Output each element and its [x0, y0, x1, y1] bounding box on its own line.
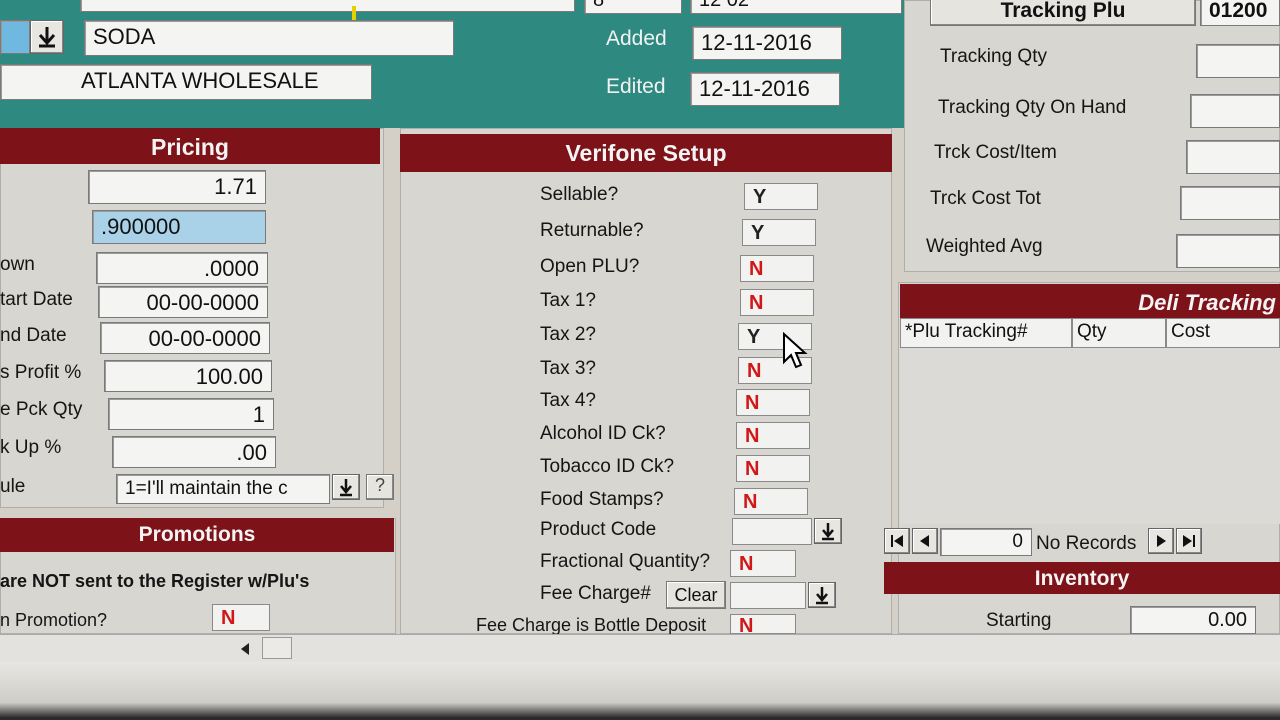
tracking-plu-button[interactable]: Tracking Plu: [930, 0, 1196, 26]
promotion-flag[interactable]: N: [212, 604, 270, 631]
tax-1-label: Tax 1?: [540, 290, 596, 311]
sellable-label: Sellable?: [540, 184, 619, 205]
tobacco-id-ck-label: Tobacco ID Ck?: [540, 456, 675, 477]
weighted-avg-label: Weighted Avg: [926, 236, 1043, 257]
end-date-field[interactable]: 00-00-0000: [100, 322, 270, 354]
top-right-field[interactable]: 12 02: [690, 0, 902, 14]
markup-label: k Up %: [0, 437, 62, 458]
tracking-plu-field[interactable]: 01200: [1200, 0, 1280, 26]
mouse-cursor-icon: [783, 332, 808, 369]
price-field[interactable]: 1.71: [88, 170, 266, 204]
pack-qty-label: e Pck Qty: [0, 399, 83, 420]
dropdown-arrow-icon[interactable]: [30, 20, 64, 54]
open-plu-label: Open PLU?: [540, 256, 640, 277]
returnable-flag[interactable]: Y: [742, 219, 816, 246]
profit-label: s Profit %: [0, 362, 82, 383]
fractional-qty-flag[interactable]: N: [730, 550, 796, 577]
first-record-icon[interactable]: [884, 528, 910, 554]
deli-tracking-title: Deli Tracking: [900, 284, 1280, 318]
track-cost-item-field[interactable]: [1186, 140, 1280, 174]
rule-help-button[interactable]: ?: [366, 474, 394, 500]
department-field[interactable]: SODA: [84, 20, 454, 56]
inventory-title: Inventory: [884, 562, 1280, 594]
deli-grid-header: *Plu Tracking# Qty Cost: [900, 318, 1280, 348]
open-plu-flag[interactable]: N: [740, 255, 814, 282]
inventory-starting-field[interactable]: 0.00: [1130, 606, 1256, 634]
markup-field[interactable]: .00: [112, 436, 276, 468]
track-cost-total-field[interactable]: [1180, 186, 1280, 220]
promotions-note: are NOT sent to the Register w/Plu's: [0, 571, 310, 591]
vendor-field[interactable]: ATLANTA WHOLESALE: [0, 64, 372, 100]
fractional-qty-label: Fractional Quantity?: [540, 551, 711, 572]
scroll-thumb[interactable]: [262, 637, 292, 659]
tobacco-id-ck-flag[interactable]: N: [736, 455, 810, 482]
top-left-field[interactable]: 8: [584, 0, 682, 14]
food-stamps-flag[interactable]: N: [734, 488, 808, 515]
track-cost-item-label: Trck Cost/Item: [934, 142, 1057, 163]
rule-label: ule: [0, 476, 26, 497]
returnable-label: Returnable?: [540, 220, 644, 241]
tax-3-label: Tax 3?: [540, 358, 596, 379]
tracking-onhand-field[interactable]: [1190, 94, 1280, 128]
product-code-label: Product Code: [540, 519, 657, 540]
tracking-panel: [904, 0, 1280, 272]
edited-label: Edited: [606, 75, 666, 98]
clear-button[interactable]: Clear: [666, 581, 726, 609]
rule-select[interactable]: 1=I'll maintain the c: [116, 474, 330, 504]
product-code-field[interactable]: [732, 518, 812, 545]
sellable-flag[interactable]: Y: [744, 183, 818, 210]
column-header-qty[interactable]: Qty: [1072, 318, 1166, 348]
tax-4-flag[interactable]: N: [736, 389, 810, 416]
windows-taskbar: [0, 662, 1280, 720]
column-header-cost[interactable]: Cost: [1166, 318, 1280, 348]
scroll-left-icon[interactable]: [238, 641, 252, 657]
promotion-label: n Promotion?: [0, 610, 108, 630]
tax-1-flag[interactable]: N: [740, 289, 814, 316]
record-status: No Records: [1036, 533, 1137, 554]
verifone-title: Verifone Setup: [400, 134, 892, 172]
column-header-plu[interactable]: *Plu Tracking#: [900, 318, 1072, 348]
text-caret: [352, 6, 356, 20]
selected-cell[interactable]: [0, 20, 30, 54]
deli-grid-body[interactable]: [900, 348, 1280, 524]
promotions-title: Promotions: [0, 518, 394, 552]
horizontal-scrollbar[interactable]: [0, 634, 1280, 662]
product-code-dropdown-icon[interactable]: [814, 518, 842, 544]
end-date-label: nd Date: [0, 325, 67, 346]
fee-charge-dropdown-icon[interactable]: [808, 582, 836, 608]
pack-qty-field[interactable]: 1: [108, 398, 274, 430]
tracking-qty-label: Tracking Qty: [940, 46, 1047, 67]
fee-charge-field[interactable]: [730, 582, 806, 609]
tax-4-label: Tax 4?: [540, 390, 596, 411]
item-description-field[interactable]: [80, 0, 575, 12]
rule-dropdown-icon[interactable]: [332, 474, 360, 500]
alcohol-id-ck-label: Alcohol ID Ck?: [540, 423, 666, 444]
bottle-deposit-flag[interactable]: N: [730, 614, 796, 637]
added-label: Added: [606, 27, 667, 50]
cost-field[interactable]: .900000: [92, 210, 266, 244]
tracking-onhand-label: Tracking Qty On Hand: [938, 97, 1127, 118]
inventory-starting-label: Starting: [986, 610, 1052, 631]
tax-2-label: Tax 2?: [540, 324, 596, 345]
edited-date-field[interactable]: 12-11-2016: [690, 72, 840, 106]
tracking-qty-field[interactable]: [1196, 44, 1280, 78]
track-cost-total-label: Trck Cost Tot: [930, 188, 1041, 209]
profit-field[interactable]: 100.00: [104, 360, 272, 392]
record-count-field[interactable]: 0: [940, 528, 1032, 556]
added-date-field[interactable]: 12-11-2016: [692, 26, 842, 60]
previous-record-icon[interactable]: [912, 528, 938, 554]
down-label: own: [0, 254, 35, 275]
next-record-icon[interactable]: [1148, 528, 1174, 554]
fee-charge-label: Fee Charge#: [540, 583, 651, 604]
bottle-deposit-label: Fee Charge is Bottle Deposit: [476, 615, 707, 635]
alcohol-id-ck-flag[interactable]: N: [736, 422, 810, 449]
food-stamps-label: Food Stamps?: [540, 489, 664, 510]
weighted-avg-field[interactable]: [1176, 234, 1280, 268]
start-date-field[interactable]: 00-00-0000: [98, 286, 268, 318]
pricing-title: Pricing: [0, 128, 380, 164]
start-date-label: tart Date: [0, 289, 73, 310]
down-field[interactable]: .0000: [96, 252, 268, 284]
last-record-icon[interactable]: [1176, 528, 1202, 554]
